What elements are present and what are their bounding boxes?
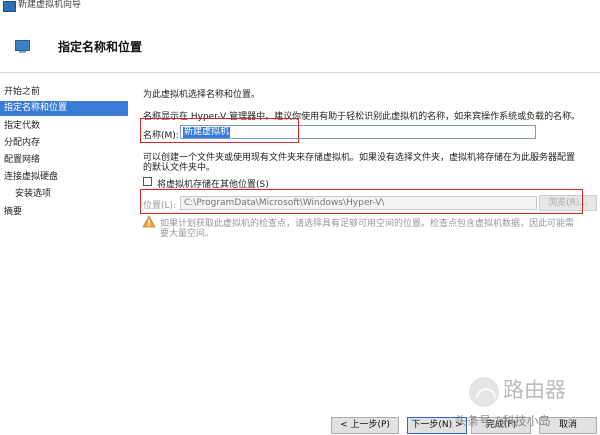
monitor-icon <box>15 40 30 53</box>
previous-button[interactable]: < 上一步(P) <box>331 417 399 434</box>
sidebar-item-networking[interactable]: 配置网络 <box>0 153 128 168</box>
watermark-brand: 路由器 <box>503 378 566 402</box>
intro-text: 为此虚拟机选择名称和位置。 <box>143 90 261 100</box>
store-elsewhere-checkbox[interactable] <box>143 177 152 186</box>
watermark-account: 头条号 / 科技小岛 <box>455 414 551 428</box>
wizard-header: 指定名称和位置 <box>0 14 600 73</box>
warning-line1: 如果计划获取此虚拟机的检查点，请选择具有足够可用空间的位置。检查点包含虚拟机数据… <box>160 219 575 229</box>
hyper-v-app-icon <box>3 1 16 12</box>
sidebar-item-generation[interactable]: 指定代数 <box>0 119 128 134</box>
window-title: 新建虚拟机向导 <box>18 0 82 10</box>
sidebar-item-installation-options[interactable]: 安装选项 <box>0 187 128 202</box>
annotation-box-name <box>140 118 299 143</box>
warning-line2: 要大量空间。 <box>160 229 215 239</box>
title-bar: 新建虚拟机向导 <box>0 0 600 14</box>
annotation-box-location <box>140 189 583 214</box>
sidebar-item-summary[interactable]: 摘要 <box>0 205 128 220</box>
warning-icon <box>142 215 156 228</box>
folder-hint-line2: 的默认文件夹中。 <box>143 163 216 173</box>
sidebar-item-memory[interactable]: 分配内存 <box>0 136 128 151</box>
wizard-steps-sidebar: 开始之前 指定名称和位置 指定代数 分配内存 配置网络 连接虚拟硬盘 安装选项 … <box>0 73 134 413</box>
watermark-router-icon <box>469 377 499 407</box>
sidebar-item-name-and-location[interactable]: 指定名称和位置 <box>0 101 128 116</box>
sidebar-item-before-you-begin[interactable]: 开始之前 <box>0 85 128 100</box>
sidebar-item-virtual-hard-disk[interactable]: 连接虚拟硬盘 <box>0 170 128 185</box>
page-title: 指定名称和位置 <box>58 40 143 54</box>
